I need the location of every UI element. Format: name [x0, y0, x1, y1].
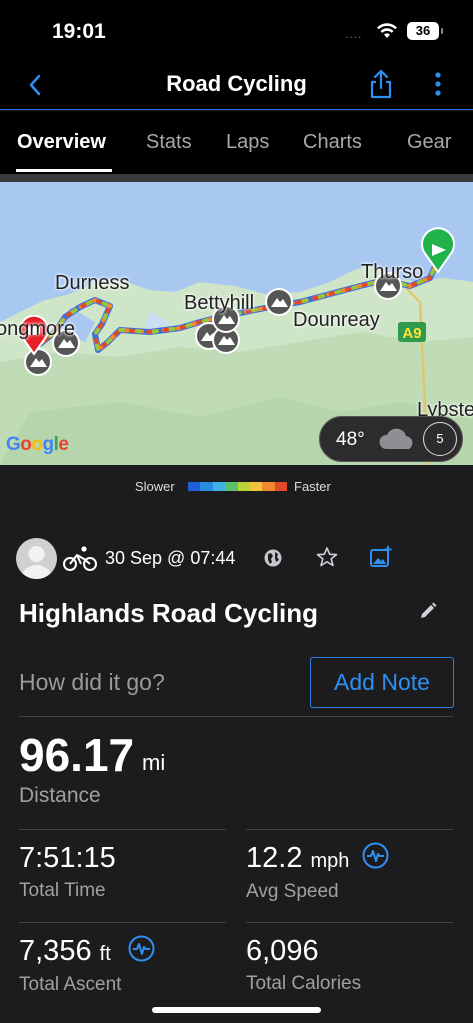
total-time-label: Total Time [19, 880, 106, 901]
total-calories-label: Total Calories [246, 973, 362, 994]
active-tab-indicator [16, 169, 112, 172]
map-place-label: Durness [55, 272, 130, 294]
legend-slower-label: Slower [135, 479, 175, 494]
home-indicator[interactable] [152, 1007, 321, 1013]
bike-icon [63, 546, 97, 571]
distance-label: Distance [19, 784, 101, 807]
summit-marker[interactable] [24, 348, 52, 376]
star-icon[interactable] [316, 546, 338, 568]
user-icon [21, 546, 52, 579]
total-calories-value: 6,096 [246, 935, 319, 967]
weather-temperature: 48° [336, 429, 365, 450]
road-label: A9 [402, 325, 421, 342]
google-attribution: Google [6, 434, 69, 455]
tab-stats[interactable]: Stats [146, 131, 192, 154]
map-place-label: Dounreay [293, 309, 380, 331]
activity-pulse-icon[interactable] [128, 935, 155, 962]
wifi-icon [377, 23, 397, 38]
tab-divider [0, 174, 473, 182]
divider [246, 922, 453, 923]
total-ascent-number: 7,356 [19, 935, 92, 967]
map-place-label: Thurso [361, 261, 424, 283]
avg-speed-unit: mph [310, 850, 350, 872]
summit-marker[interactable] [265, 288, 293, 316]
signal-icon: .... [345, 27, 363, 41]
divider [19, 922, 226, 923]
avg-speed-label: Avg Speed [246, 881, 339, 902]
tab-bar: Overview Stats Laps Charts Gear [0, 111, 473, 174]
tab-charts[interactable]: Charts [303, 131, 362, 154]
battery-indicator: 36 [407, 22, 443, 40]
activity-date: 30 Sep @ 07:44 [105, 548, 236, 568]
speed-legend: Slower Faster [0, 476, 473, 498]
total-ascent-label: Total Ascent [19, 974, 122, 995]
activity-name: Highlands Road Cycling [19, 598, 319, 628]
status-time: 19:01 [52, 20, 106, 43]
activity-meta-row: 30 Sep @ 07:44 [0, 534, 473, 582]
globe-icon[interactable] [263, 548, 283, 568]
activity-pulse-icon[interactable] [362, 842, 389, 869]
note-prompt: How did it go? [19, 669, 165, 695]
tab-laps[interactable]: Laps [226, 131, 269, 154]
distance-unit: mi [142, 750, 166, 775]
status-bar: 19:01 .... 36 [0, 0, 473, 62]
divider [19, 716, 453, 717]
distance-value: 96.17 [19, 729, 135, 781]
avg-speed-number: 12.2 [246, 842, 303, 874]
nav-bar: Road Cycling [0, 62, 473, 110]
add-note-button[interactable]: Add Note [310, 657, 454, 708]
wind-icon: 5 [423, 422, 457, 456]
map-place-label: ongmore [0, 318, 75, 340]
map-place-label: Bettyhill [184, 292, 255, 314]
total-ascent-unit: ft [99, 943, 111, 965]
legend-gradient [188, 482, 287, 491]
avg-speed-value: 12.2 mph [246, 842, 349, 875]
divider [19, 829, 226, 830]
tab-gear[interactable]: Gear [407, 131, 451, 154]
tab-overview[interactable]: Overview [17, 131, 106, 154]
share-icon[interactable] [367, 68, 395, 100]
divider [246, 829, 453, 830]
add-photo-icon[interactable] [369, 545, 393, 569]
more-vertical-icon[interactable] [430, 70, 446, 100]
cloud-icon [379, 428, 413, 449]
avatar[interactable] [16, 538, 57, 579]
total-time-value: 7:51:15 [19, 842, 116, 874]
weather-badge[interactable]: 48° 5 [319, 416, 463, 462]
legend-faster-label: Faster [294, 479, 331, 494]
page-title: Road Cycling [166, 71, 307, 96]
edit-icon[interactable] [418, 601, 438, 621]
total-ascent-value: 7,356 ft [19, 935, 111, 968]
